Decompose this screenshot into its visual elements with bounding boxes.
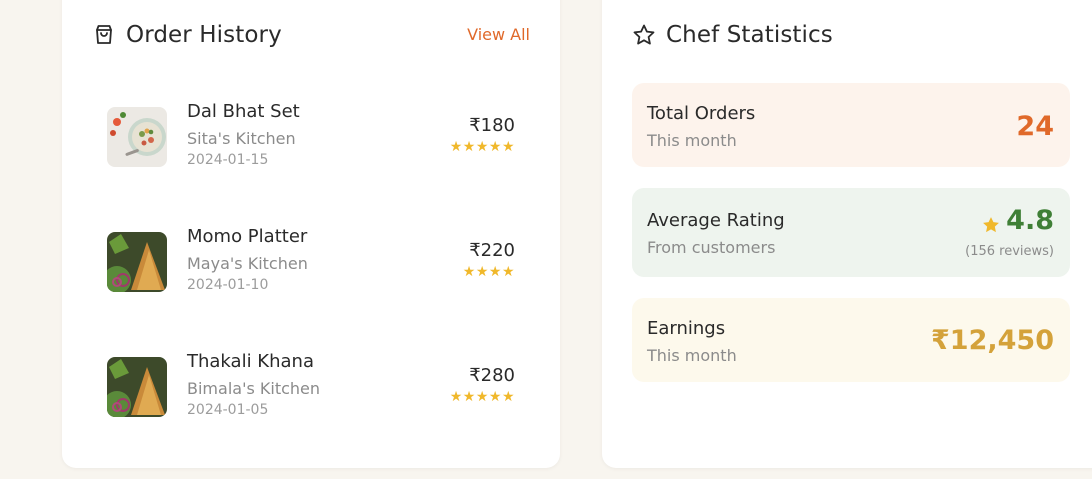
rating-stars: ★★★★★	[449, 139, 515, 155]
order-thumbnail	[107, 107, 167, 167]
chef-statistics-card: Chef Statistics Total Orders This month …	[602, 0, 1092, 468]
order-name: Dal Bhat Set	[187, 101, 300, 122]
average-rating-label: Average Rating	[647, 210, 785, 231]
total-orders-value: 24	[1016, 111, 1054, 142]
total-orders-label: Total Orders	[647, 103, 756, 124]
total-orders-stat: Total Orders This month 24	[632, 83, 1070, 167]
earnings-value: ₹12,450	[931, 325, 1054, 356]
order-date: 2024-01-10	[187, 277, 269, 293]
rating-stars: ★★★★★	[449, 389, 515, 405]
order-kitchen: Bimala's Kitchen	[187, 379, 321, 398]
order-item[interactable]: Thakali Khana Bimala's Kitchen 2024-01-0…	[107, 351, 515, 423]
rating-stars: ★★★★	[462, 264, 515, 280]
order-price: ₹180	[469, 115, 515, 136]
order-date: 2024-01-15	[187, 152, 269, 168]
total-orders-sub: This month	[647, 131, 737, 150]
order-item[interactable]: Momo Platter Maya's Kitchen 2024-01-10 ₹…	[107, 226, 515, 298]
order-kitchen: Maya's Kitchen	[187, 254, 308, 273]
order-name: Thakali Khana	[187, 351, 314, 372]
order-kitchen: Sita's Kitchen	[187, 129, 296, 148]
view-all-link[interactable]: View All	[467, 25, 530, 44]
star-outline-icon	[632, 23, 656, 47]
order-item[interactable]: Dal Bhat Set Sita's Kitchen 2024-01-15 ₹…	[107, 101, 515, 173]
earnings-stat: Earnings This month ₹12,450	[632, 298, 1070, 382]
order-history-title: Order History	[126, 22, 282, 48]
order-price: ₹220	[469, 240, 515, 261]
average-rating-stat: Average Rating From customers 4.8 (156 r…	[632, 188, 1070, 277]
order-history-header: Order History	[92, 22, 282, 48]
earnings-label: Earnings	[647, 318, 726, 339]
chef-statistics-title: Chef Statistics	[666, 22, 833, 48]
review-count: (156 reviews)	[965, 244, 1054, 259]
shopping-bag-icon	[92, 23, 116, 47]
chef-statistics-header: Chef Statistics	[632, 22, 833, 48]
star-filled-icon	[981, 211, 1001, 232]
earnings-sub: This month	[647, 346, 737, 365]
order-date: 2024-01-05	[187, 402, 269, 418]
average-rating-sub: From customers	[647, 238, 776, 257]
order-history-card: Order History View All Dal Bhat Set Sita…	[62, 0, 560, 468]
average-rating-value: 4.8	[1006, 205, 1054, 236]
order-name: Momo Platter	[187, 226, 308, 247]
order-price: ₹280	[469, 365, 515, 386]
order-thumbnail	[107, 357, 167, 417]
order-thumbnail	[107, 232, 167, 292]
